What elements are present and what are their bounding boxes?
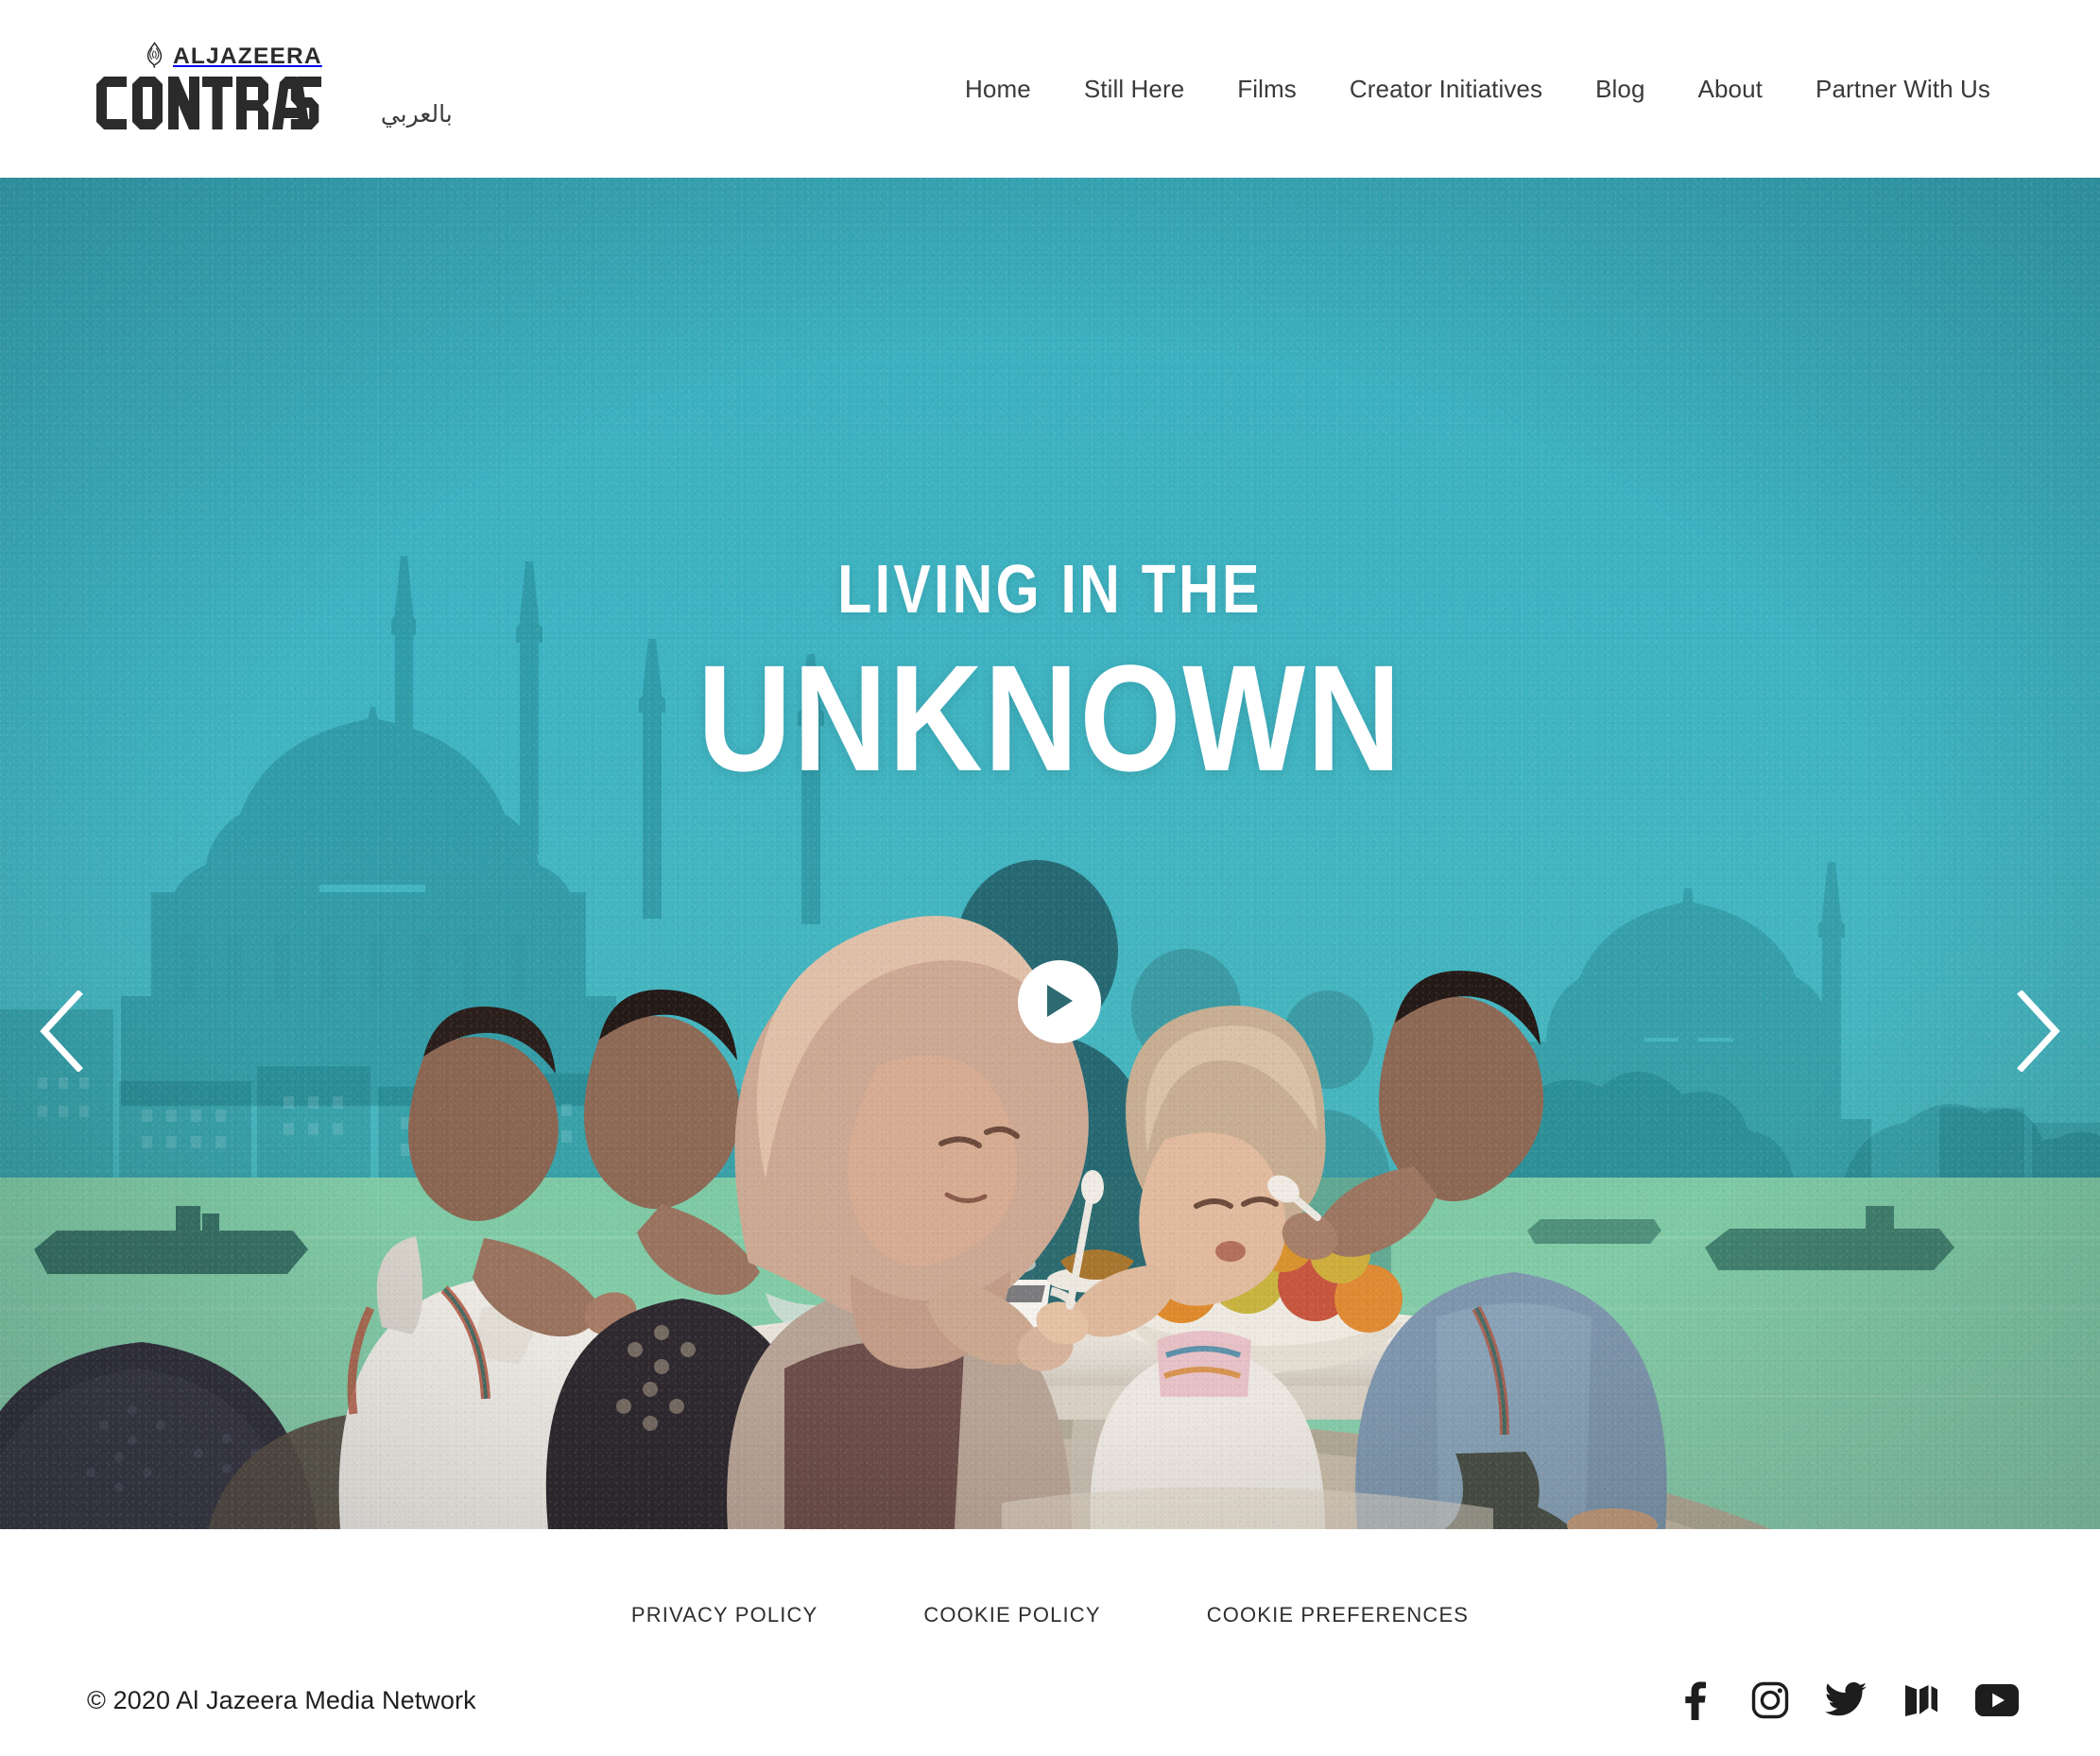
brand-block: ALJAZEERA بالعربي — [95, 41, 453, 137]
footer-link-cookie-policy[interactable]: COOKIE POLICY — [870, 1597, 1153, 1633]
instagram-icon[interactable] — [1748, 1679, 1792, 1722]
carousel-next-button[interactable] — [2004, 989, 2074, 1076]
chevron-left-icon — [37, 989, 86, 1075]
aljazeera-network-name: ALJAZEERA — [173, 43, 322, 70]
footer-bottom-bar: © 2020 Al Jazeera Media Network — [0, 1644, 2100, 1756]
nav-item-partner-with-us[interactable]: Partner With Us — [1789, 65, 2017, 113]
footer-link-cookie-preferences[interactable]: COOKIE PREFERENCES — [1154, 1597, 1522, 1633]
main-navigation: Home Still Here Films Creator Initiative… — [938, 65, 2017, 113]
copyright-text: © 2020 Al Jazeera Media Network — [87, 1685, 476, 1714]
footer-link-privacy-policy[interactable]: PRIVACY POLICY — [578, 1597, 870, 1633]
nav-item-about[interactable]: About — [1672, 65, 1789, 113]
medium-icon[interactable] — [1900, 1679, 1943, 1722]
site-logo[interactable]: ALJAZEERA — [95, 41, 342, 137]
arabic-language-link[interactable]: بالعربي — [381, 100, 453, 137]
nav-item-home[interactable]: Home — [938, 65, 1058, 113]
nav-item-films[interactable]: Films — [1211, 65, 1323, 113]
carousel-prev-button[interactable] — [26, 989, 96, 1076]
contrast-brand-name — [95, 76, 342, 137]
site-footer: PRIVACY POLICY COOKIE POLICY COOKIE PREF… — [0, 1529, 2100, 1756]
hero-carousel-slide[interactable]: LIVING IN THE UNKNOWN — [0, 178, 2100, 1529]
site-header: ALJAZEERA بالعربي Home Still Here Films … — [0, 0, 2100, 178]
play-video-button[interactable] — [1018, 960, 1101, 1043]
facebook-icon[interactable] — [1673, 1679, 1716, 1722]
aljazeera-flame-icon — [140, 41, 168, 74]
chevron-right-icon — [2014, 989, 2063, 1075]
twitter-icon[interactable] — [1824, 1679, 1868, 1722]
aljazeera-wordmark: ALJAZEERA — [140, 41, 322, 74]
nav-item-creator-initiatives[interactable]: Creator Initiatives — [1323, 65, 1569, 113]
youtube-icon[interactable] — [1975, 1679, 2019, 1722]
play-icon — [1043, 983, 1076, 1022]
hero-background-image — [0, 178, 2100, 1529]
footer-policy-links: PRIVACY POLICY COOKIE POLICY COOKIE PREF… — [0, 1529, 2100, 1633]
nav-item-still-here[interactable]: Still Here — [1058, 65, 1211, 113]
nav-item-blog[interactable]: Blog — [1569, 65, 1671, 113]
social-links — [1673, 1679, 2019, 1722]
